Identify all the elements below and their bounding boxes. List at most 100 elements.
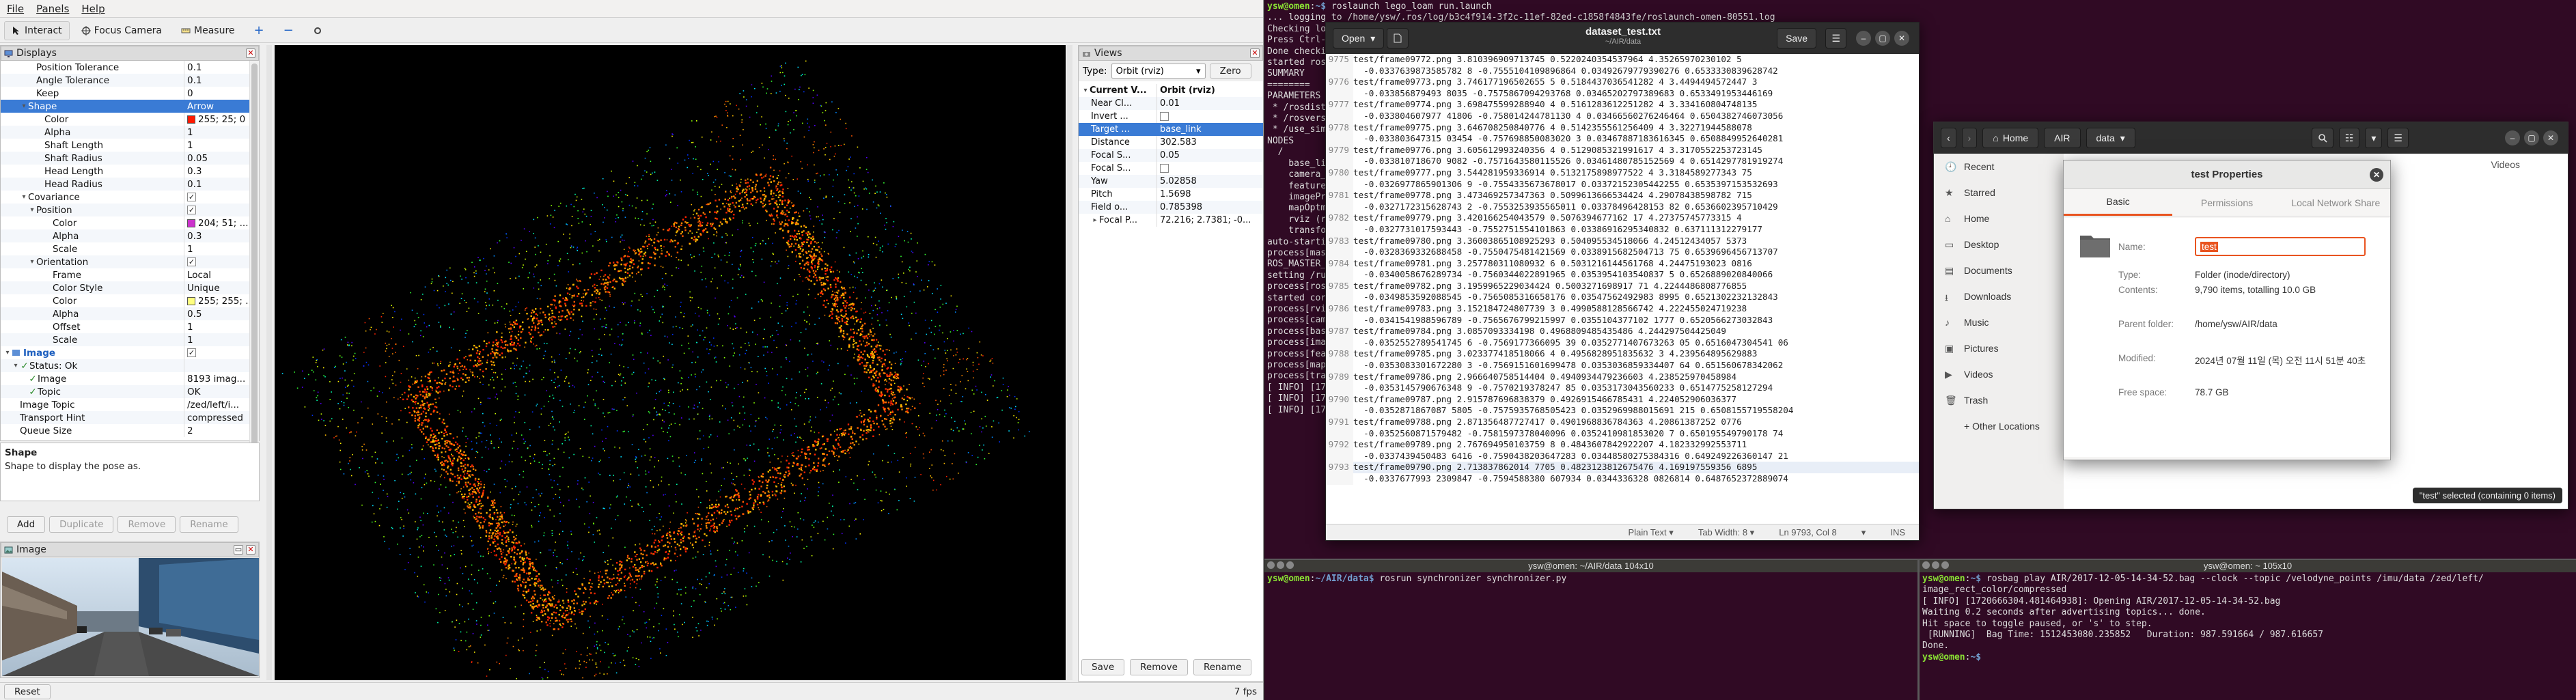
expand-arrow-icon[interactable]: ▾ [28,258,36,266]
view-property-value[interactable] [1157,162,1263,175]
display-property-row[interactable]: Position Tolerance 0.1 [1,61,259,74]
expand-arrow-icon[interactable]: ▾ [12,362,20,369]
view-property-row[interactable]: Yaw 5.02858 [1079,175,1263,188]
text-line[interactable]: 9789 test/frame09786.png 2.96664075851440… [1326,371,1919,383]
save-button[interactable]: Save [1777,28,1816,48]
expand-arrow-icon[interactable]: ▾ [20,102,28,110]
display-property-row[interactable]: ▾ Shape Arrow [1,100,259,113]
breadcrumb-home[interactable]: ⌂ Home [1982,128,2039,148]
text-line[interactable]: -0.0340058676289734 -0.7560344022891965 … [1326,269,1919,281]
duplicate-display-button[interactable]: Duplicate [49,516,114,533]
display-property-row[interactable]: Color 255; 25; 0 [1,113,259,126]
tab-permissions[interactable]: Permissions [2172,189,2281,216]
display-property-row[interactable]: Color 255; 255; ... [1,294,259,307]
text-line[interactable]: 9776 test/frame09773.png 3.74617719650265… [1326,76,1919,88]
display-property-row[interactable]: Queue Size 2 [1,424,259,437]
displays-scroll-thumb[interactable] [251,64,258,446]
display-property-row[interactable]: Head Radius 0.1 [1,178,259,191]
checkbox[interactable]: ✓ [187,348,196,357]
text-line[interactable]: 9779 test/frame09776.png 3.60561299324035… [1326,144,1919,156]
text-line[interactable]: -0.0328369332688458 -0.7550475481421569 … [1326,247,1919,258]
text-line[interactable]: 9781 test/frame09778.png 3.47346925734736… [1326,190,1919,201]
display-property-row[interactable]: Color 204; 51; ... [1,216,259,229]
display-property-row[interactable]: Color Style Unique [1,281,259,294]
reset-button[interactable]: Reset [4,684,51,699]
sidebar-item[interactable]: ⭳ Downloads [1934,283,2064,309]
color-swatch[interactable] [187,219,195,227]
checkbox[interactable] [1160,164,1169,173]
text-line[interactable]: 9793 test/frame09790.png 2.713837862014 7… [1326,462,1919,473]
save-view-button[interactable]: Save [1081,659,1125,675]
focus-camera-tool-button[interactable]: Focus Camera [74,21,169,40]
tab-local-network-share[interactable]: Local Network Share [2282,189,2390,216]
remove-tool-button[interactable]: − [276,21,301,40]
display-property-row[interactable]: ✓ Topic OK [1,385,259,398]
sidebar-item[interactable]: ▶ Videos [1934,361,2064,387]
add-tool-button[interactable]: + [247,21,272,40]
rename-view-button[interactable]: Rename [1193,659,1252,675]
property-value[interactable]: ✓ [184,255,259,268]
files-close-button[interactable]: ✕ [2543,130,2558,145]
display-property-row[interactable]: Transport Hint compressed [1,411,259,424]
property-value[interactable]: ✓ [184,191,259,204]
parent-value[interactable]: /home/ysw/AIR/data [2195,319,2277,329]
3d-viewport[interactable] [275,45,1066,680]
view-property-row[interactable]: ▾ Current V... Orbit (rviz) [1079,84,1263,97]
sidebar-item[interactable]: ⌂ Home [1934,206,2064,232]
checkbox[interactable] [1160,112,1169,121]
remove-display-button[interactable]: Remove [117,516,176,533]
tab-basic[interactable]: Basic [2064,189,2173,216]
close-properties-button[interactable]: ✕ [2370,168,2383,182]
sidebar-item[interactable]: + Other Locations [1934,413,2064,439]
text-line[interactable]: -0.033804607977 41806 -0.758014244781130… [1326,110,1919,122]
view-property-row[interactable]: Invert ... [1079,110,1263,123]
property-value[interactable]: 204; 51; ... [184,216,259,229]
property-value[interactable]: 0.1 [184,178,259,191]
language-select[interactable]: Plain Text ▾ [1629,527,1674,538]
display-property-row[interactable]: Scale 1 [1,242,259,255]
property-value[interactable]: OK [184,385,259,398]
text-line[interactable]: 9786 test/frame09783.png 3.15218472480773… [1326,303,1919,315]
text-line[interactable]: -0.033810718670 9082 -0.7571643580115526… [1326,156,1919,167]
forward-button[interactable]: › [1961,128,1978,148]
expand-arrow-icon[interactable]: ▾ [20,193,28,201]
color-swatch[interactable] [187,296,195,305]
sidebar-item[interactable]: ♪ Music [1934,309,2064,335]
text-line[interactable]: 9790 test/frame09787.png 2.91578769683837… [1326,393,1919,406]
property-value[interactable]: 0.05 [184,152,259,165]
maximize-button[interactable]: ▢ [1875,31,1890,46]
text-line[interactable]: 9788 test/frame09785.png 3.02337741851806… [1326,348,1919,361]
camera-type-button[interactable] [305,21,330,40]
text-line[interactable]: 9787 test/frame09784.png 3.0857093334198 … [1326,326,1919,337]
zero-button[interactable]: Zero [1209,64,1251,79]
display-property-row[interactable]: Shaft Length 1 [1,139,259,152]
files-minimize-button[interactable]: – [2505,130,2520,145]
close-views-panel-button[interactable]: ✕ [1250,48,1260,58]
text-line[interactable]: 9791 test/frame09788.png 2.87135648772741… [1326,417,1919,428]
interact-tool-button[interactable]: Interact [4,20,70,40]
back-button[interactable]: ‹ [1941,128,1956,148]
text-line[interactable]: -0.0337639873585782 8 -0.755510410989686… [1326,65,1919,77]
term-max-dot[interactable] [1286,561,1294,569]
view-property-value[interactable]: 72.216; 2.7381; -0... [1157,214,1263,227]
display-property-row[interactable]: Head Length 0.3 [1,165,259,178]
close-button[interactable]: ✕ [1894,31,1909,46]
text-line[interactable]: 9785 test/frame09782.png 3.19599652290344… [1326,280,1919,292]
checkbox[interactable]: ✓ [187,193,196,201]
property-value[interactable]: 1 [184,126,259,139]
display-property-row[interactable]: Scale 1 [1,333,259,346]
rename-display-button[interactable]: Rename [180,516,238,533]
term2-close-dot[interactable] [1922,561,1930,569]
property-value[interactable] [184,359,259,372]
view-property-row[interactable]: Focal S... 0.05 [1079,149,1263,162]
text-line[interactable]: -0.0353145790676348 9 -0.7570219378247 8… [1326,382,1919,394]
property-value[interactable]: Local [184,268,259,281]
property-value[interactable]: 0.3 [184,229,259,242]
view-property-value[interactable]: Orbit (rviz) [1157,84,1263,97]
display-property-row[interactable]: ▾ Image ✓ [1,346,259,359]
view-property-row[interactable]: Near Cl... 0.01 [1079,97,1263,110]
property-value[interactable]: compressed [184,411,259,424]
menu-help[interactable]: Help [81,3,105,15]
expand-arrow-icon[interactable]: ▸ [1091,216,1099,224]
text-editor[interactable]: 9775 test/frame09772.png 3.81039690971374… [1326,54,1919,525]
